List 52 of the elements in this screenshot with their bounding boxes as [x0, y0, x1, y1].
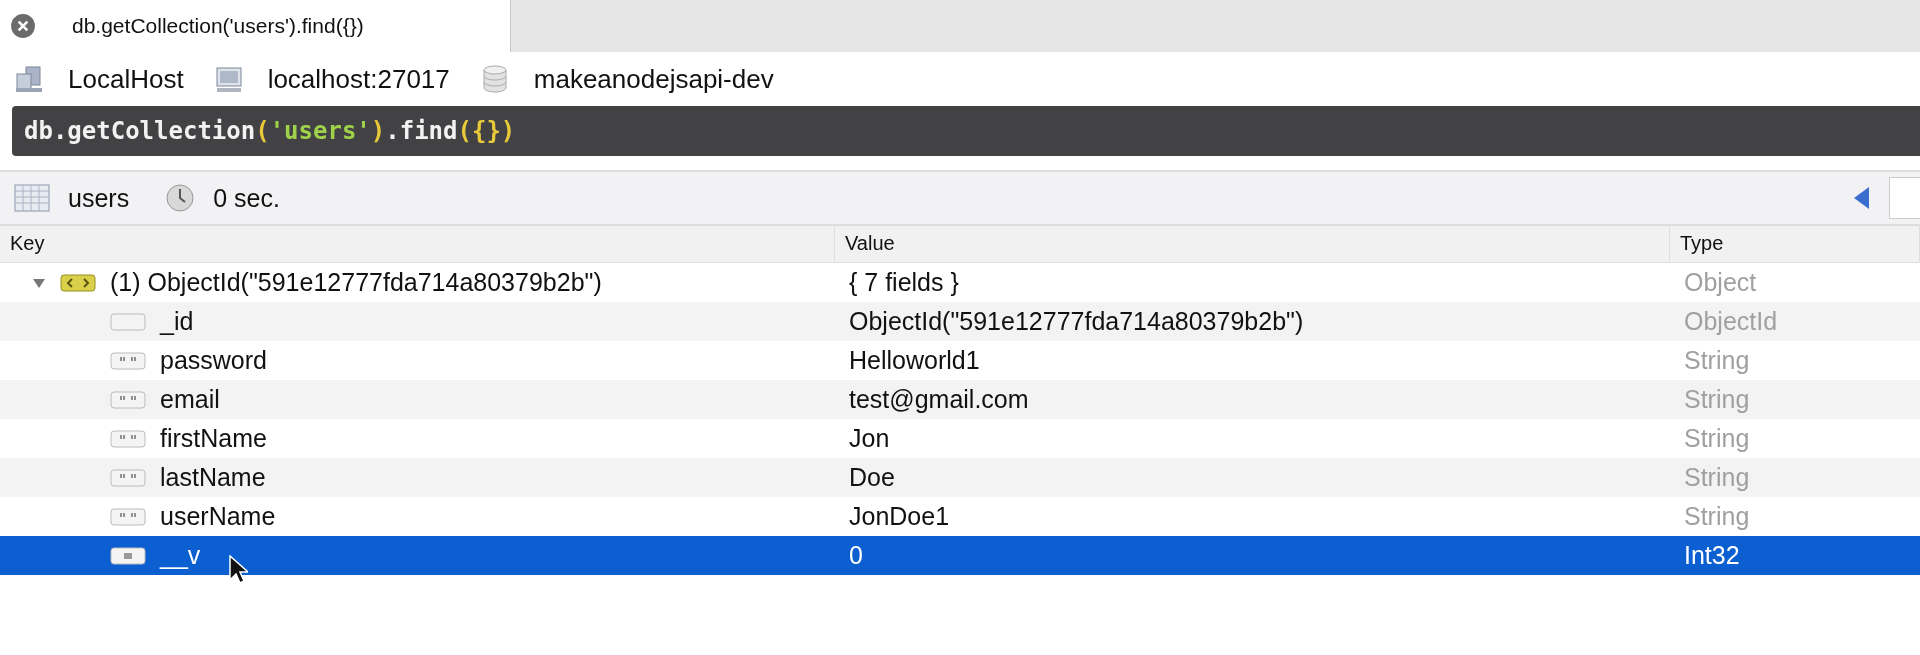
column-header[interactable]: Key: [0, 226, 835, 262]
field-icon: [110, 311, 146, 332]
table-row[interactable]: email test@gmail.com String: [0, 380, 1920, 419]
key-cell: userName: [160, 502, 276, 531]
query-tab[interactable]: db.getCollection('users').find({}): [0, 0, 511, 52]
string-icon: [110, 428, 146, 449]
type-cell-text: String: [1683, 424, 1751, 453]
type-cell-text: Object: [1683, 268, 1758, 297]
string-icon: [110, 350, 146, 371]
value-cell-text: test@gmail.com: [848, 385, 1030, 414]
key-cell: firstName: [160, 424, 267, 453]
breadcrumb-label: makeanodejsapi-dev: [533, 63, 774, 95]
value-cell-text: Jon: [848, 424, 891, 453]
table-icon: [14, 184, 50, 212]
type-cell-text: String: [1683, 346, 1751, 375]
mouse-pointer-icon: [228, 555, 248, 585]
clock-icon: [165, 183, 196, 213]
string-icon: [110, 389, 146, 410]
query-time: 0 sec.: [213, 183, 280, 213]
computer-icon: [213, 64, 244, 94]
string-icon: [110, 506, 146, 527]
type-cell-text: String: [1683, 502, 1751, 531]
table-row[interactable]: _id ObjectId("591e12777fda714a80379b2b") ObjectId: [0, 302, 1920, 341]
type-cell-text: ObjectId: [1683, 307, 1779, 336]
column-header[interactable]: Value: [835, 226, 1670, 262]
value-cell-text: { 7 fields }: [848, 268, 960, 297]
key-cell: (1) ObjectId("591e12777fda714a80379b2b"): [110, 268, 602, 297]
value-cell-text: ObjectId("591e12777fda714a80379b2b"): [848, 307, 1305, 336]
key-cell: password: [160, 346, 267, 375]
collection-name: users: [68, 183, 130, 213]
server-icon: [14, 64, 44, 94]
value-cell-text: Doe: [848, 463, 896, 492]
type-cell-text: String: [1683, 385, 1751, 414]
breadcrumb-label: localhost:27017: [267, 63, 450, 95]
value-cell-text: JonDoe1: [848, 502, 951, 531]
value-cell-text: Helloworld1: [848, 346, 981, 375]
key-cell: email: [160, 385, 220, 414]
key-cell: _id: [160, 307, 194, 336]
value-cell-text: 0: [848, 541, 864, 570]
key-cell: lastName: [160, 463, 266, 492]
type-cell-text: String: [1683, 463, 1751, 492]
number-icon: [110, 545, 146, 566]
key-cell: __v: [160, 541, 201, 570]
table-row[interactable]: lastName Doe String: [0, 458, 1920, 497]
string-icon: [110, 467, 146, 488]
breadcrumb-label: LocalHost: [68, 63, 184, 95]
column-header[interactable]: Type: [1670, 226, 1920, 262]
type-cell-text: Int32: [1683, 541, 1741, 570]
page-field[interactable]: [1889, 177, 1920, 219]
query-editor[interactable]: db.getCollection('users').find({}): [12, 106, 1920, 156]
close-icon[interactable]: [10, 13, 36, 39]
object-icon: [60, 272, 96, 293]
